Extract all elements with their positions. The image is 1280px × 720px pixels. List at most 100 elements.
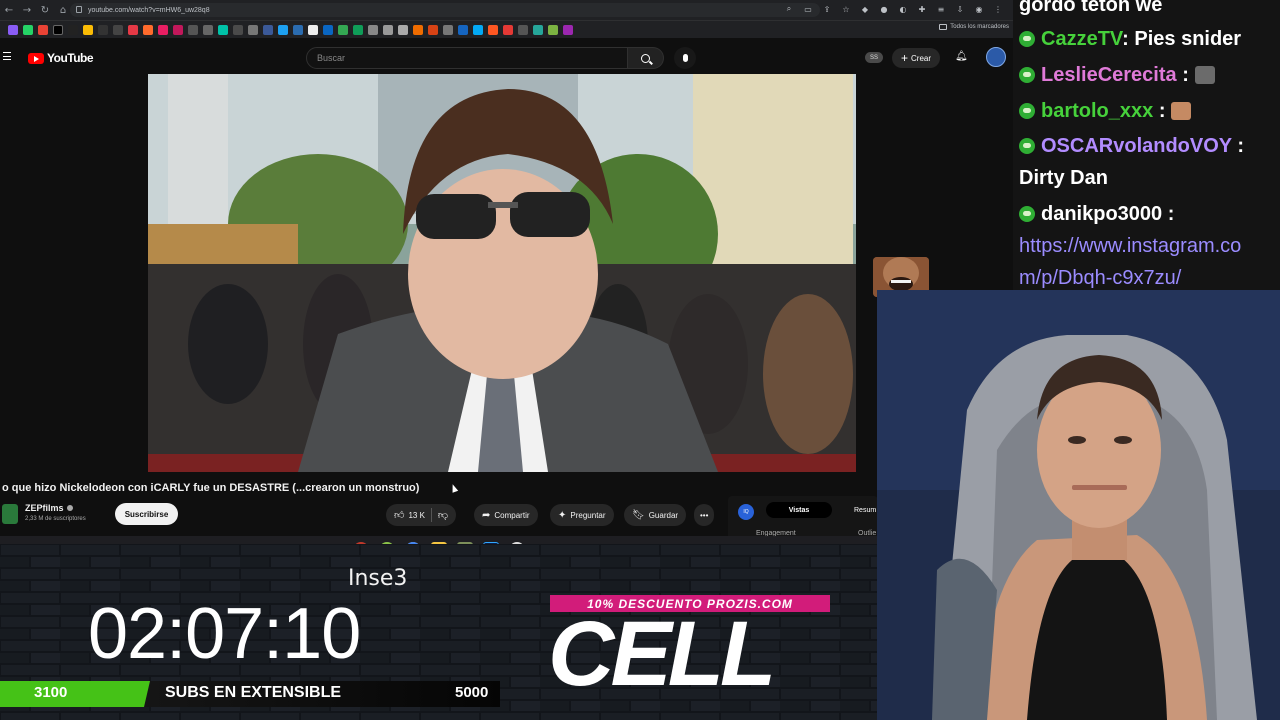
- chat-message: gordo teton we: [1019, 0, 1162, 17]
- bookmark-icon[interactable]: [173, 24, 183, 35]
- bookmark-icon[interactable]: [248, 24, 258, 35]
- browser-toolbar-icons: ⌕ ▭ ⇪ ☆ ◆ ● ◐ ✚ ≡ ⇩ ◉ ⋮: [782, 2, 1005, 16]
- bookmark-icon[interactable]: [203, 24, 213, 35]
- bookmark-icon[interactable]: [413, 24, 423, 35]
- bookmark-icon[interactable]: [338, 24, 348, 35]
- chat-link[interactable]: https://www.instagram.co: [1019, 234, 1241, 258]
- all-bookmarks-folder[interactable]: Todos los marcadores: [939, 24, 1009, 30]
- bookmark-icon[interactable]: [278, 24, 288, 35]
- share-page-icon[interactable]: ⇪: [820, 2, 834, 16]
- tab-vistas[interactable]: Vistas: [766, 502, 832, 518]
- subscribe-button[interactable]: Suscribirse: [115, 503, 178, 525]
- bookmark-icon[interactable]: [218, 24, 228, 35]
- chat-link[interactable]: m/p/Dbqh-c9x7zu/: [1019, 266, 1181, 290]
- channel-avatar[interactable]: [2, 504, 18, 524]
- hamburger-menu-icon[interactable]: [3, 52, 11, 60]
- bookmark-icon[interactable]: [53, 24, 63, 35]
- extension-icon[interactable]: ◐: [896, 2, 910, 16]
- bookmark-icon[interactable]: [398, 24, 408, 35]
- site-info-icon[interactable]: [76, 6, 82, 13]
- account-avatar[interactable]: [986, 47, 1006, 67]
- save-button[interactable]: 🔖︎ Guardar: [624, 504, 687, 526]
- chat-link-text: m/p/Dbqh-c9x7zu/: [1019, 267, 1182, 289]
- bookmark-icon[interactable]: [188, 24, 198, 35]
- bookmark-icon[interactable]: [68, 24, 78, 35]
- bookmark-icon[interactable]: [518, 24, 528, 35]
- bookmark-icon[interactable]: [233, 24, 243, 35]
- bookmark-icon[interactable]: [8, 24, 18, 35]
- search-input[interactable]: Buscar: [306, 47, 628, 69]
- more-actions-button[interactable]: •••: [694, 504, 715, 526]
- chat-message-text: : Pies snider: [1122, 28, 1242, 50]
- bookmark-icon[interactable]: [368, 24, 378, 35]
- chat-username[interactable]: CazzeTV: [1041, 28, 1122, 50]
- tab-resumen[interactable]: Resum: [854, 502, 876, 518]
- create-button[interactable]: + Crear: [892, 48, 940, 68]
- bookmark-icon[interactable]: [308, 24, 318, 35]
- video-player[interactable]: [148, 74, 856, 472]
- save-label: Guardar: [648, 510, 679, 520]
- extension-logo-icon[interactable]: IQ: [738, 504, 754, 520]
- bookmark-icon[interactable]: [83, 24, 93, 35]
- bookmark-icon[interactable]: [383, 24, 393, 35]
- ss-badge[interactable]: SS: [865, 52, 883, 63]
- chat-username[interactable]: danikpo3000: [1041, 203, 1162, 225]
- ask-button[interactable]: ✦ Preguntar: [550, 504, 614, 526]
- bookmark-icon[interactable]: [23, 24, 33, 35]
- bookmark-icon[interactable]: [458, 24, 468, 35]
- extension-icon[interactable]: ◆: [858, 2, 872, 16]
- url-field[interactable]: youtube.com/watch?v=mHW6_uw28q8: [70, 3, 820, 17]
- bookmark-icon[interactable]: [353, 24, 363, 35]
- bookmark-icon[interactable]: [293, 24, 303, 35]
- bookmark-icon[interactable]: [323, 24, 333, 35]
- all-bookmarks-label: Todos los marcadores: [950, 24, 1009, 30]
- like-icon[interactable]: 👍︎: [394, 509, 404, 521]
- zoom-icon[interactable]: ⌕: [782, 2, 796, 16]
- bookmark-icon[interactable]: [503, 24, 513, 35]
- like-count[interactable]: 13 K: [408, 511, 424, 520]
- bookmark-icon[interactable]: [533, 24, 543, 35]
- bookmark-icon[interactable]: [473, 24, 483, 35]
- video-title: o que hizo Nickelodeon con iCARLY fue un…: [2, 482, 420, 494]
- voice-search-button[interactable]: [674, 47, 696, 69]
- bookmark-icon[interactable]: [98, 24, 108, 35]
- bookmark-icon[interactable]: [443, 24, 453, 35]
- bookmark-icon[interactable]: [428, 24, 438, 35]
- extensions-puzzle-icon[interactable]: ✚: [915, 2, 929, 16]
- bookmark-icon[interactable]: [263, 24, 273, 35]
- bookmark-icon[interactable]: [548, 24, 558, 35]
- download-icon[interactable]: ⇩: [953, 2, 967, 16]
- bookmark-icon[interactable]: [158, 24, 168, 35]
- chat-message: danikpo3000 :: [1019, 202, 1174, 226]
- search-button[interactable]: [628, 47, 664, 69]
- extension-icon[interactable]: ●: [877, 2, 891, 16]
- notifications-bell-icon[interactable]: 🔔︎: [955, 51, 968, 63]
- bookmark-icon[interactable]: [488, 24, 498, 35]
- reading-list-icon[interactable]: ≡: [934, 2, 948, 16]
- chat-message-text: :: [1153, 100, 1166, 122]
- chat-username[interactable]: OSCARvolandoVOY: [1041, 135, 1232, 157]
- chat-username[interactable]: LeslieCerecita: [1041, 64, 1177, 86]
- bookmark-icon[interactable]: [113, 24, 123, 35]
- bookmark-icon[interactable]: [38, 24, 48, 35]
- dislike-icon[interactable]: 👎︎: [438, 509, 448, 521]
- menu-icon[interactable]: ⋮: [991, 2, 1005, 16]
- profile-icon[interactable]: ◉: [972, 2, 986, 16]
- cast-icon[interactable]: ▭: [801, 2, 815, 16]
- bookmark-icon[interactable]: [143, 24, 153, 35]
- youtube-logo[interactable]: YouTube: [28, 51, 94, 65]
- subscriber-badge-icon: [1019, 206, 1035, 222]
- channel-name-row[interactable]: ZEPfilms: [25, 503, 73, 513]
- chat-message-continued: Dirty Dan: [1019, 166, 1108, 190]
- back-icon[interactable]: ←: [0, 1, 18, 19]
- bookmark-icon[interactable]: [563, 24, 573, 35]
- subs-start-count: 3100: [34, 684, 68, 701]
- share-button[interactable]: ➦ Compartir: [474, 504, 538, 526]
- chat-message-text: :: [1176, 64, 1189, 86]
- bookmark-star-icon[interactable]: ☆: [839, 2, 853, 16]
- forward-icon[interactable]: →: [18, 1, 36, 19]
- bookmark-icon[interactable]: [128, 24, 138, 35]
- bookmarks-bar: Todos los marcadores: [0, 20, 1013, 38]
- chat-username[interactable]: bartolo_xxx: [1041, 100, 1153, 122]
- reload-icon[interactable]: ↻: [36, 1, 54, 19]
